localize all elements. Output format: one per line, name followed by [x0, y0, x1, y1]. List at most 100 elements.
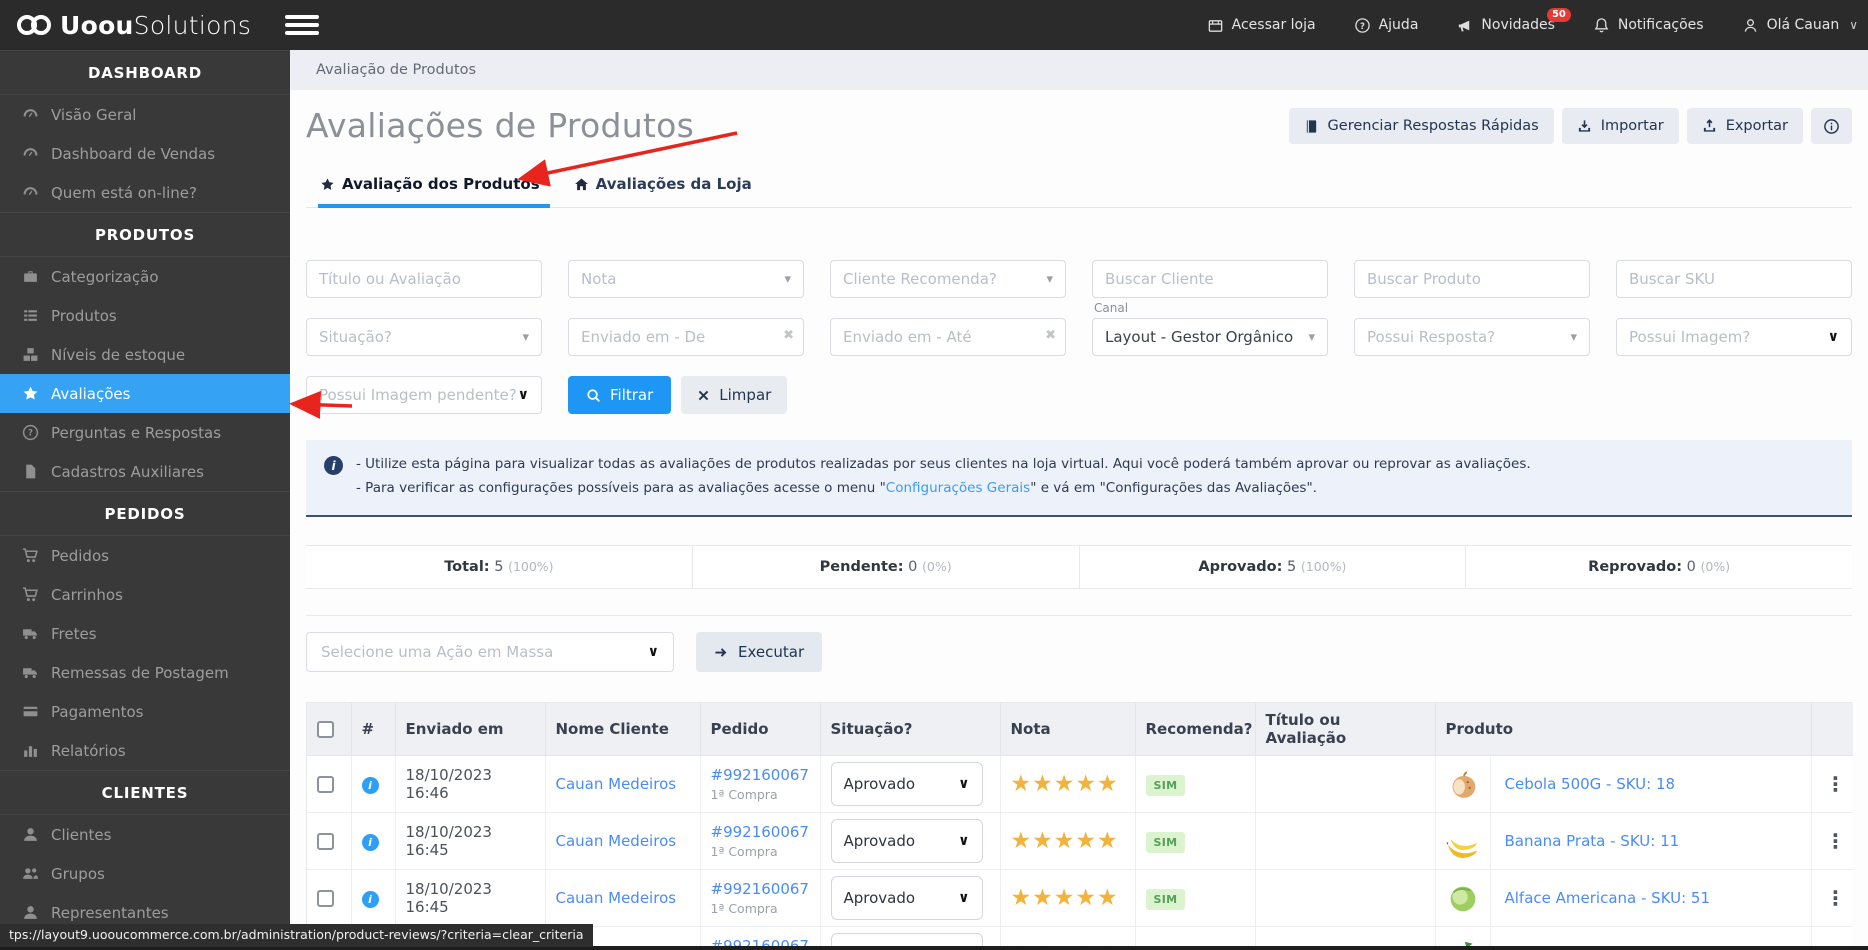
topbar-item-ajuda[interactable]: ? Ajuda: [1354, 17, 1418, 34]
client-link[interactable]: Cauan Medeiros: [556, 775, 677, 793]
sidebar-item-label: Produtos: [51, 306, 117, 325]
sidebar-item-relatorios[interactable]: Relatórios: [0, 731, 290, 770]
column-header-recomenda: Recomenda?: [1135, 703, 1256, 757]
sidebar-item-carrinhos[interactable]: Carrinhos: [0, 575, 290, 614]
cart-icon: [22, 547, 39, 564]
filter-recomenda-select[interactable]: Cliente Recomenda? ▾: [830, 260, 1066, 298]
filter-sku-input[interactable]: [1616, 260, 1852, 298]
storefront-icon: [1207, 17, 1224, 34]
sidebar-item-label: Clientes: [51, 825, 112, 844]
sidebar-item-produtos[interactable]: Produtos: [0, 296, 290, 335]
breadcrumb: Avaliação de Produtos: [290, 50, 1868, 90]
client-link[interactable]: Cauan Medeiros: [556, 832, 677, 850]
topbar-item-ola-cauan[interactable]: Olá Cauan ∨: [1742, 17, 1858, 34]
row-actions-menu-icon[interactable]: ⋮: [1822, 772, 1850, 796]
filter-enviado-ate-input[interactable]: [830, 318, 1066, 356]
topbar-item-label: Olá Cauan: [1766, 17, 1840, 33]
sidebar-item-grupos[interactable]: Grupos: [0, 854, 290, 893]
clear-date-icon[interactable]: ✖: [1045, 328, 1056, 343]
recommend-badge: SIM: [1145, 775, 1186, 797]
filtrar-button[interactable]: Filtrar: [568, 376, 672, 414]
row-info-icon[interactable]: i: [361, 776, 379, 794]
topbar-item-acessar-loja[interactable]: Acessar loja: [1207, 17, 1316, 34]
sidebar-item-avaliacoes[interactable]: Avaliações: [0, 374, 290, 413]
sidebar-item-clientes[interactable]: Clientes: [0, 815, 290, 854]
limpar-button[interactable]: Limpar: [681, 376, 788, 414]
sidebar-item-dashboard-de-vendas[interactable]: Dashboard de Vendas: [0, 134, 290, 173]
sidebar-item-quem-esta-on-line[interactable]: Quem está on-line?: [0, 173, 290, 212]
cart-icon: [22, 586, 39, 603]
status-select[interactable]: Aprovado∨: [830, 876, 983, 921]
row-actions-menu-icon[interactable]: ⋮: [1822, 886, 1850, 910]
menu-toggle-icon[interactable]: [285, 12, 320, 38]
info-banner: i - Utilize esta página para visualizar …: [306, 440, 1852, 518]
sidebar-item-label: Grupos: [51, 864, 105, 883]
column-header-nota: Nota: [1000, 703, 1136, 757]
filter-imagem-select[interactable]: Possui Imagem? ∨: [1616, 318, 1852, 356]
order-link[interactable]: #992160067: [711, 880, 809, 898]
product-link[interactable]: Alface Americana - SKU: 51: [1505, 889, 1711, 907]
row-info-icon[interactable]: i: [361, 890, 379, 908]
importar-button[interactable]: Importar: [1561, 108, 1679, 144]
configuracoes-gerais-link[interactable]: Configurações Gerais: [886, 480, 1030, 496]
sidebar-item-label: Relatórios: [51, 741, 126, 760]
bulk-action-select[interactable]: Selecione uma Ação em Massa ∨: [306, 632, 674, 673]
order-link[interactable]: #992160067: [711, 823, 809, 841]
page-info-button[interactable]: [1811, 108, 1852, 144]
sidebar-item-fretes[interactable]: Fretes: [0, 614, 290, 653]
exportar-button[interactable]: Exportar: [1686, 108, 1803, 144]
order-link[interactable]: #992160067: [711, 766, 809, 784]
canal-label: Canal: [1094, 301, 1129, 315]
row-checkbox[interactable]: [317, 832, 334, 850]
home-icon: [574, 177, 589, 192]
clear-date-icon[interactable]: ✖: [783, 328, 794, 343]
sidebar-item-perguntas-e-respostas[interactable]: ? Perguntas e Respostas: [0, 413, 290, 452]
executar-button[interactable]: Executar: [696, 632, 823, 673]
product-link[interactable]: Cebola 500G - SKU: 18: [1505, 775, 1676, 793]
bulk-actions: Selecione uma Ação em Massa ∨ Executar: [306, 615, 1852, 673]
status-select[interactable]: Aprovado∨: [830, 819, 983, 864]
card-icon: [22, 703, 39, 720]
filter-produto-input[interactable]: [1354, 260, 1590, 298]
sidebar-section-dashboard: DASHBOARD: [0, 50, 290, 95]
row-checkbox[interactable]: [317, 889, 334, 907]
row-checkbox[interactable]: [317, 775, 334, 793]
tab-avaliacao-dos-produtos[interactable]: Avaliação dos Produtos: [318, 175, 550, 208]
sidebar-item-remessas-de-postagem[interactable]: Remessas de Postagem: [0, 653, 290, 692]
info-line2: - Para verificar as configurações possív…: [356, 479, 1317, 496]
filter-title-input[interactable]: [306, 260, 542, 298]
sidebar-item-niveis-de-estoque[interactable]: Níveis de estoque: [0, 335, 290, 374]
brand-logo[interactable]: UoouSolutions: [16, 11, 251, 40]
column-header-pedido: Pedido: [700, 703, 821, 757]
row-actions-menu-icon[interactable]: ⋮: [1822, 829, 1850, 853]
rating-stars: ★★★★★: [1010, 885, 1119, 912]
list-icon: [22, 307, 39, 324]
sidebar-item-pedidos[interactable]: Pedidos: [0, 536, 290, 575]
gerenciar-respostas-rapidas-button[interactable]: Gerenciar Respostas Rápidas: [1288, 108, 1554, 144]
column-header-situacao: Situação?: [820, 703, 1001, 757]
filter-situacao-select[interactable]: Situação? ▾: [306, 318, 542, 356]
tab-avaliacoes-da-loja[interactable]: Avaliações da Loja: [572, 175, 762, 208]
header-actions: Gerenciar Respostas Rápidas Importar Expor…: [1288, 108, 1852, 144]
sidebar-item-pagamentos[interactable]: Pagamentos: [0, 692, 290, 731]
sidebar-item-categorizacao[interactable]: Categorização: [0, 257, 290, 296]
filter-canal-select[interactable]: Layout - Gestor Orgânico ▾: [1092, 318, 1328, 356]
sidebar-item-cadastros-auxiliares[interactable]: Cadastros Auxiliares: [0, 452, 290, 491]
chevron-down-icon: ∨: [958, 833, 970, 850]
main-area: Avaliação de Produtos Avaliações de Prod…: [290, 50, 1868, 950]
client-link[interactable]: Cauan Medeiros: [556, 889, 677, 907]
filter-enviado-de-input[interactable]: [568, 318, 804, 356]
column-header-produto: Produto: [1435, 703, 1812, 757]
status-select[interactable]: Aprovado∨: [830, 762, 983, 807]
topbar-item-notificacoes[interactable]: Notificações: [1593, 17, 1704, 34]
filter-resposta-select[interactable]: Possui Resposta? ▾: [1354, 318, 1590, 356]
filter-nota-select[interactable]: Nota ▾: [568, 260, 804, 298]
product-link[interactable]: Banana Prata - SKU: 11: [1505, 832, 1680, 850]
filter-cliente-input[interactable]: [1092, 260, 1328, 298]
sidebar-item-label: Perguntas e Respostas: [51, 423, 222, 442]
topbar-item-novidades[interactable]: Novidades 50: [1456, 7, 1571, 34]
select-all-checkbox[interactable]: [317, 720, 334, 738]
sidebar-item-visao-geral[interactable]: Visão Geral: [0, 95, 290, 134]
filter-imagem-pendente-select[interactable]: Possui Imagem pendente? ∨: [306, 376, 542, 414]
row-info-icon[interactable]: i: [361, 833, 379, 851]
